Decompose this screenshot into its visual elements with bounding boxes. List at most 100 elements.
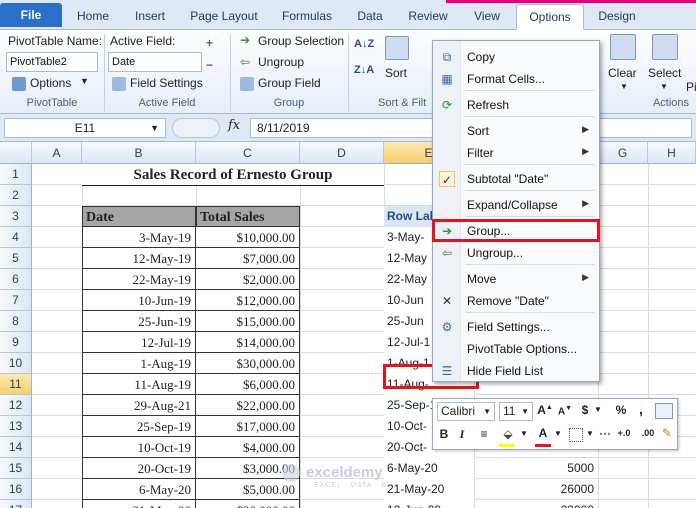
pivot-row-label[interactable]: 12-Jun-20 — [384, 500, 474, 508]
currency-button[interactable]: $ — [579, 403, 591, 417]
clear-dropdown-icon[interactable]: ▼ — [620, 82, 628, 91]
select-button[interactable]: Select — [648, 66, 681, 80]
tab-review[interactable]: Review — [398, 4, 458, 30]
formula-bar-collapse-handle[interactable] — [172, 118, 220, 138]
menu-item-pivottable-options[interactable]: PivotTable Options... — [433, 338, 599, 360]
tab-insert[interactable]: Insert — [122, 4, 178, 30]
format-painter-icon[interactable]: ✎ — [659, 426, 675, 440]
sales-cell[interactable]: $10,000.00 — [196, 227, 300, 248]
row-header[interactable]: 6 — [0, 269, 32, 290]
column-header-g[interactable]: G — [598, 142, 648, 164]
menu-item-refresh[interactable]: ⟳ Refresh — [433, 94, 599, 116]
decrease-decimal-icon[interactable]: .00 — [637, 428, 659, 438]
menu-item-move[interactable]: Move ▶ — [433, 268, 599, 290]
sort-ascending-icon[interactable]: A↓Z — [354, 38, 374, 50]
expand-field-icon[interactable]: + — [206, 36, 213, 50]
group-selection-button[interactable]: Group Selection — [258, 34, 344, 48]
sales-cell[interactable]: $15,000.00 — [196, 311, 300, 332]
comma-style-button[interactable]: , — [635, 401, 647, 417]
date-cell[interactable]: 25-Sep-19 — [82, 416, 196, 437]
tab-design[interactable]: Design — [586, 4, 648, 30]
column-header-a[interactable]: A — [32, 142, 82, 164]
sales-cell[interactable]: $7,000.00 — [196, 248, 300, 269]
pivottable-name-input[interactable]: PivotTable2 — [6, 52, 98, 72]
sales-cell[interactable]: $26,000.00 — [196, 500, 300, 508]
font-size-dropdown-icon[interactable]: ▼ — [521, 403, 529, 420]
sales-cell[interactable]: $6,000.00 — [196, 374, 300, 395]
sales-cell[interactable]: $5,000.00 — [196, 479, 300, 500]
select-dropdown-icon[interactable]: ▼ — [660, 82, 668, 91]
pivot-row-label[interactable]: 21-May-20 — [384, 479, 474, 500]
font-color-dropdown-icon[interactable]: ▼ — [553, 429, 563, 438]
italic-button[interactable]: I — [455, 427, 469, 442]
pivot-row-value[interactable]: 23000 — [474, 500, 596, 508]
sort-descending-icon[interactable]: Z↓A — [354, 64, 374, 76]
date-cell[interactable]: 12-Jul-19 — [82, 332, 196, 353]
menu-item-hide-field-list[interactable]: ☰ Hide Field List — [433, 360, 599, 382]
currency-dropdown-icon[interactable]: ▼ — [593, 405, 603, 414]
increase-decimal-icon[interactable]: +.0 — [613, 428, 635, 438]
date-cell[interactable]: 29-Aug-21 — [82, 395, 196, 416]
bold-button[interactable]: B — [437, 427, 451, 441]
ungroup-button[interactable]: Ungroup — [258, 55, 304, 69]
column-header-c[interactable]: C — [196, 142, 300, 164]
increase-font-icon[interactable]: A▲ — [537, 403, 553, 417]
column-header-d[interactable]: D — [300, 142, 384, 164]
fill-color-dropdown-icon[interactable]: ▼ — [519, 429, 529, 438]
pivot-row-value[interactable]: 26000 — [474, 479, 596, 500]
date-cell[interactable]: 21-May-20 — [82, 500, 196, 508]
row-header[interactable]: 4 — [0, 227, 32, 248]
date-cell[interactable]: 25-Jun-19 — [82, 311, 196, 332]
center-align-icon[interactable]: ≡ — [475, 427, 493, 441]
pivotchart-button-partial[interactable]: Pi — [686, 80, 696, 94]
row-header[interactable]: 16 — [0, 479, 32, 500]
menu-item-sort[interactable]: Sort ▶ — [433, 120, 599, 142]
collapse-field-icon[interactable]: − — [206, 58, 213, 72]
fill-color-icon[interactable]: ⬙ — [499, 427, 517, 441]
row-header[interactable]: 10 — [0, 353, 32, 374]
field-settings-button[interactable]: Field Settings — [130, 76, 203, 90]
menu-item-ungroup[interactable]: ⇦ Ungroup... — [433, 242, 599, 264]
row-header[interactable]: 17 — [0, 500, 32, 508]
menu-item-remove-date[interactable]: ✕ Remove "Date" — [433, 290, 599, 312]
row-header[interactable]: 15 — [0, 458, 32, 479]
tab-view[interactable]: View — [460, 4, 514, 30]
group-field-button[interactable]: Group Field — [258, 76, 321, 90]
percent-button[interactable]: % — [613, 403, 629, 417]
pivot-row-value[interactable]: 5000 — [474, 458, 596, 479]
options-dropdown-icon[interactable]: ▼ — [80, 76, 89, 86]
row-header[interactable]: 3 — [0, 206, 32, 227]
date-cell[interactable]: 1-Aug-19 — [82, 353, 196, 374]
borders-dropdown-icon[interactable]: ▼ — [585, 429, 595, 438]
select-all-corner[interactable] — [0, 142, 32, 164]
sort-button[interactable]: Sort — [385, 66, 407, 80]
menu-item-copy[interactable]: ⧉ Copy — [433, 46, 599, 68]
menu-item-filter[interactable]: Filter ▶ — [433, 142, 599, 164]
row-header[interactable]: 5 — [0, 248, 32, 269]
date-cell[interactable]: 10-Oct-19 — [82, 437, 196, 458]
row-header[interactable]: 8 — [0, 311, 32, 332]
sales-cell[interactable]: $4,000.00 — [196, 437, 300, 458]
insert-function-icon[interactable]: fx — [228, 118, 240, 133]
row-header[interactable]: 11 — [0, 374, 32, 395]
borders-icon[interactable] — [569, 428, 583, 442]
name-box-dropdown-icon[interactable]: ▼ — [150, 119, 159, 137]
name-box[interactable]: E11 ▼ — [4, 118, 166, 138]
row-header[interactable]: 12 — [0, 395, 32, 416]
tab-home[interactable]: Home — [66, 4, 120, 30]
options-button[interactable]: Options — [30, 76, 71, 90]
tab-data[interactable]: Data — [344, 4, 396, 30]
menu-item-format-cells[interactable]: ▦ Format Cells... — [433, 68, 599, 90]
font-name-box[interactable]: Calibri ▼ — [437, 402, 495, 421]
menu-item-field-settings[interactable]: ⚙ Field Settings... — [433, 316, 599, 338]
format-painter-table-icon[interactable] — [655, 403, 673, 419]
sales-cell[interactable]: $30,000.00 — [196, 353, 300, 374]
date-cell[interactable]: 22-May-19 — [82, 269, 196, 290]
sales-cell[interactable]: $12,000.00 — [196, 290, 300, 311]
tab-formulas[interactable]: Formulas — [272, 4, 342, 30]
row-header[interactable]: 14 — [0, 437, 32, 458]
row-header[interactable]: 1 — [0, 164, 32, 185]
date-cell[interactable]: 6-May-20 — [82, 479, 196, 500]
menu-item-expand-collapse[interactable]: Expand/Collapse ▶ — [433, 194, 599, 216]
font-name-dropdown-icon[interactable]: ▼ — [483, 403, 491, 420]
